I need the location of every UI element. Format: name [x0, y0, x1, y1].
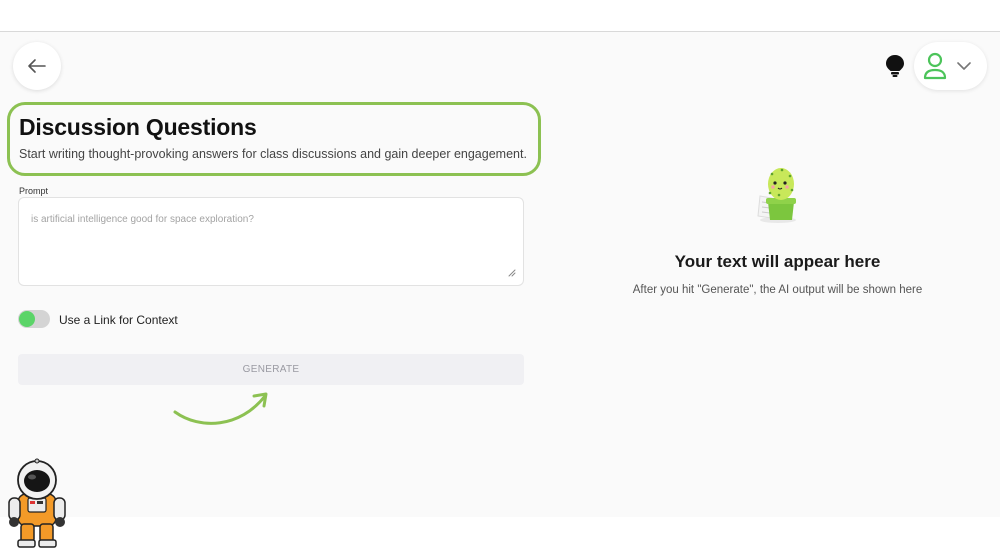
arrow-left-icon [28, 59, 46, 73]
prompt-field[interactable] [18, 197, 524, 286]
curved-arrow-icon [173, 392, 268, 425]
output-empty-subtitle: After you hit "Generate", the AI output … [632, 284, 923, 296]
toggle-knob [19, 311, 35, 327]
cactus-illustration-icon [757, 168, 796, 223]
output-empty-title: Your text will appear here [674, 252, 881, 271]
page-title: Discussion Questions [19, 114, 257, 140]
prompt-label: Prompt [19, 186, 49, 196]
prompt-input[interactable] [19, 198, 523, 285]
link-context-label: Use a Link for Context [59, 313, 178, 327]
chevron-down-icon [957, 62, 971, 70]
user-menu[interactable] [914, 42, 987, 90]
link-context-toggle[interactable] [18, 310, 50, 328]
resize-handle-icon[interactable] [508, 269, 516, 277]
user-icon [923, 52, 947, 80]
astronaut-mascot-icon [8, 458, 66, 548]
lightbulb-icon[interactable] [884, 54, 906, 78]
generate-button[interactable]: GENERATE [18, 354, 524, 385]
bottom-strip [0, 517, 1000, 550]
page-subtitle: Start writing thought-provoking answers … [19, 147, 527, 161]
top-bar [0, 0, 1000, 32]
back-button[interactable] [13, 42, 61, 90]
